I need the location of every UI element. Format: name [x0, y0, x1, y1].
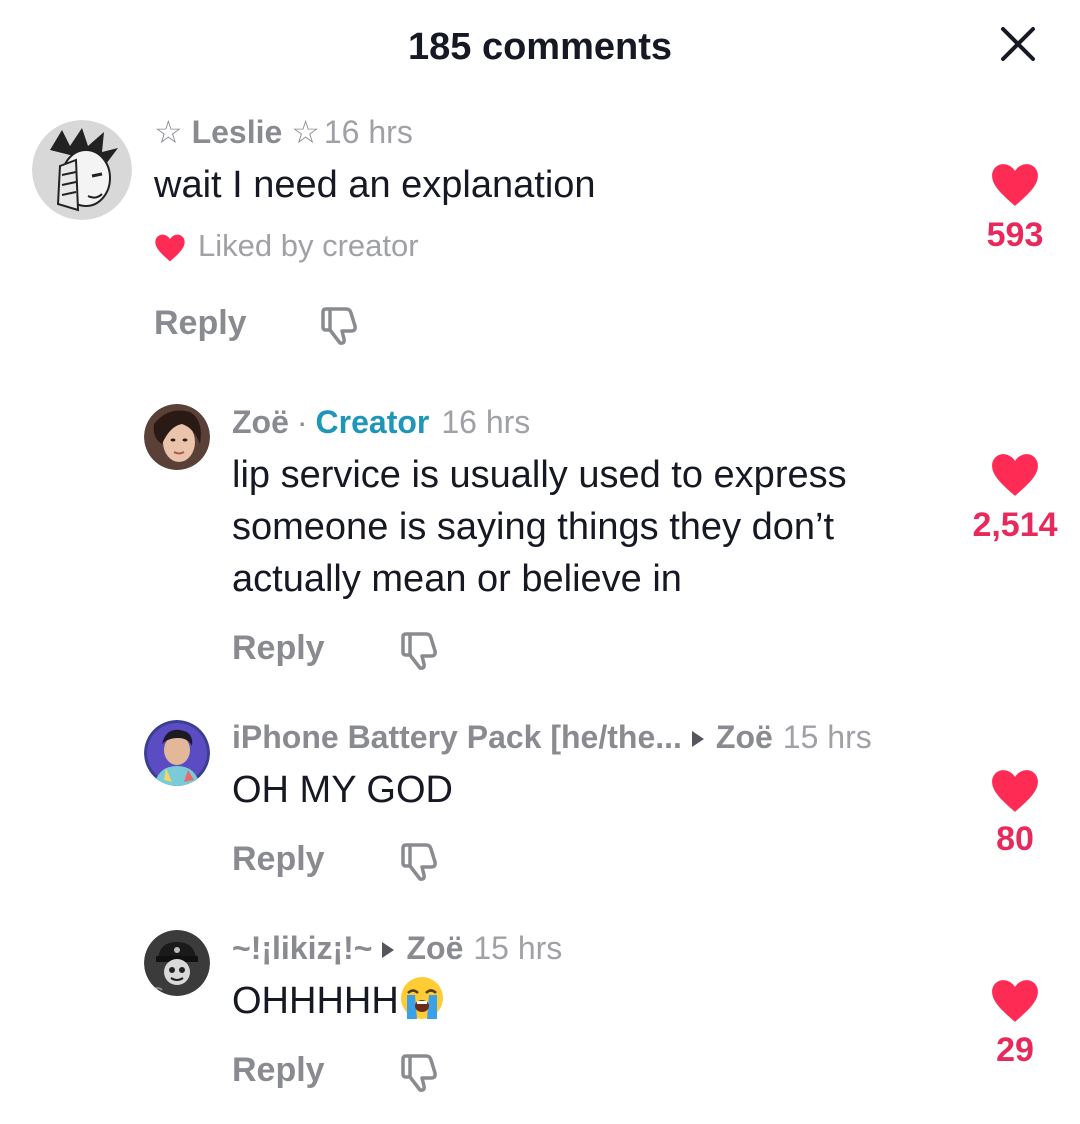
separator: · — [296, 404, 308, 440]
comment-meta: ~!¡likiz¡!~ Zoë 15 hrs — [232, 928, 562, 968]
like-count: 80 — [996, 820, 1034, 858]
reply-button[interactable]: Reply — [154, 304, 247, 343]
comment-text: lip service is usually used to express s… — [232, 449, 847, 605]
heart-icon — [155, 234, 185, 262]
loudly-crying-face-icon — [400, 977, 443, 1019]
comment-text-line: actually mean or believe in — [232, 558, 682, 600]
avatar[interactable] — [144, 404, 210, 470]
dislike-icon[interactable] — [318, 306, 362, 346]
creator-badge: Creator — [315, 404, 430, 440]
reply-to-username[interactable]: Zoë — [716, 719, 773, 755]
comment-meta: iPhone Battery Pack [he/the... Zoë 15 hrs — [232, 717, 872, 757]
comment-text: OHHHHH — [232, 975, 445, 1027]
comment-text-line: someone is saying things they don’t — [232, 506, 835, 548]
reply-to-username[interactable]: Zoë — [406, 930, 463, 966]
avatar[interactable] — [144, 930, 210, 996]
comment-meta: Zoë · Creator 16 hrs — [232, 402, 530, 442]
dislike-icon[interactable] — [398, 842, 442, 882]
reply-button[interactable]: Reply — [232, 629, 325, 668]
avatar[interactable] — [32, 120, 132, 220]
comment-text: OH MY GOD — [232, 769, 453, 811]
dislike-icon[interactable] — [398, 631, 442, 671]
comments-count-title: 185 comments — [407, 26, 672, 68]
reply-button[interactable]: Reply — [232, 840, 325, 879]
timestamp: 15 hrs — [473, 930, 563, 966]
reply-arrow-icon — [691, 730, 704, 747]
comment-text-content: OHHHHH — [232, 980, 399, 1022]
timestamp: 16 hrs — [323, 114, 413, 150]
close-icon[interactable] — [1000, 26, 1036, 62]
comment-text-line: lip service is usually used to express — [232, 454, 847, 496]
like-heart-icon[interactable] — [990, 978, 1040, 1024]
reply-arrow-icon — [382, 941, 395, 958]
username[interactable]: iPhone Battery Pack [he/the... — [232, 719, 682, 755]
like-count: 2,514 — [972, 506, 1058, 544]
username[interactable]: ☆ Leslie ☆ — [154, 114, 320, 150]
avatar[interactable] — [144, 720, 210, 786]
timestamp: 15 hrs — [782, 719, 872, 755]
liked-by-creator-label: Liked by creator — [198, 228, 419, 263]
username[interactable]: ~!¡likiz¡!~ — [232, 930, 372, 966]
dislike-icon[interactable] — [398, 1053, 442, 1093]
like-heart-icon[interactable] — [990, 162, 1040, 208]
timestamp: 16 hrs — [441, 404, 531, 440]
like-count: 29 — [996, 1031, 1034, 1069]
liked-by-creator: Liked by creator — [154, 228, 419, 264]
like-heart-icon[interactable] — [990, 452, 1040, 498]
comment-meta: ☆ Leslie ☆ 16 hrs — [154, 112, 413, 152]
like-heart-icon[interactable] — [990, 768, 1040, 814]
comments-header: 185 comments — [0, 0, 1080, 96]
username[interactable]: Zoë — [232, 404, 289, 440]
comment-text: wait I need an explanation — [154, 164, 596, 206]
reply-button[interactable]: Reply — [232, 1051, 325, 1090]
like-count: 593 — [986, 216, 1044, 254]
